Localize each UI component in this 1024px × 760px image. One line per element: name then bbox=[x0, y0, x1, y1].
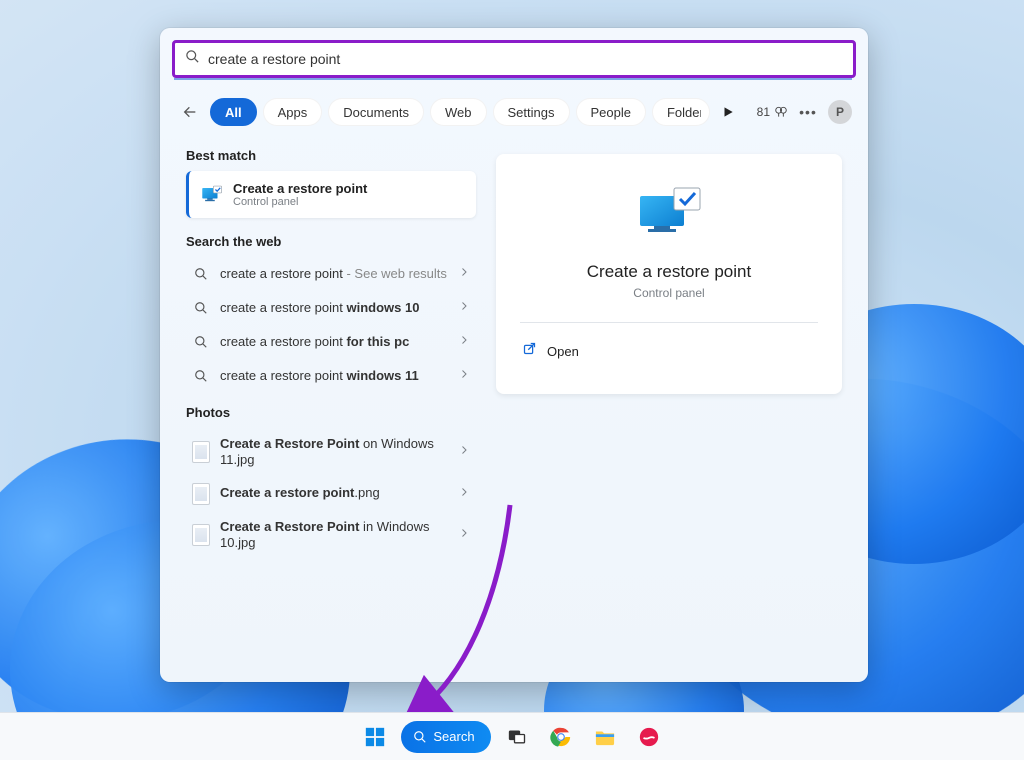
web-result-text: create a restore point windows 10 bbox=[220, 300, 448, 316]
chevron-right-icon bbox=[458, 299, 470, 317]
taskbar: Search bbox=[0, 712, 1024, 760]
web-result-text: create a restore point - See web results bbox=[220, 266, 448, 282]
photo-result[interactable]: Create a restore point.png bbox=[186, 477, 476, 511]
search-input-highlighted[interactable] bbox=[172, 40, 856, 78]
photo-result[interactable]: Create a Restore Point on Windows 11.jpg bbox=[186, 428, 476, 477]
detail-column: Create a restore point Control panel Ope… bbox=[490, 140, 868, 682]
more-options-button[interactable]: ••• bbox=[794, 98, 822, 126]
web-result[interactable]: create a restore point for this pc bbox=[186, 325, 476, 359]
filter-label: Documents bbox=[343, 105, 409, 120]
filter-people[interactable]: People bbox=[576, 98, 646, 126]
file-thumb-icon bbox=[192, 443, 210, 461]
search-icon bbox=[185, 49, 200, 69]
search-underline bbox=[174, 78, 852, 80]
filter-settings[interactable]: Settings bbox=[493, 98, 570, 126]
file-explorer-icon[interactable] bbox=[587, 719, 623, 755]
best-match-result[interactable]: Create a restore point Control panel bbox=[186, 171, 476, 218]
pinned-app-icon[interactable] bbox=[631, 719, 667, 755]
chevron-right-icon bbox=[458, 265, 470, 283]
filter-label: People bbox=[591, 105, 631, 120]
monitor-icon bbox=[201, 185, 223, 205]
divider bbox=[520, 322, 818, 323]
web-result[interactable]: create a restore point windows 11 bbox=[186, 359, 476, 393]
filter-label: Web bbox=[445, 105, 472, 120]
filter-label: Apps bbox=[278, 105, 308, 120]
chevron-right-icon bbox=[458, 443, 470, 461]
web-result-text: create a restore point for this pc bbox=[220, 334, 448, 350]
web-result[interactable]: create a restore point - See web results bbox=[186, 257, 476, 291]
chevron-right-icon bbox=[458, 526, 470, 544]
section-search-web: Search the web bbox=[186, 234, 476, 249]
detail-title: Create a restore point bbox=[587, 262, 751, 282]
filter-label: All bbox=[225, 105, 242, 120]
filter-folders[interactable]: Folders bbox=[652, 98, 710, 126]
photo-result-text: Create a Restore Point in Windows 10.jpg bbox=[220, 519, 448, 552]
chevron-right-icon bbox=[458, 485, 470, 503]
back-button[interactable] bbox=[176, 98, 204, 126]
rewards-indicator[interactable]: 81 bbox=[757, 105, 788, 119]
medal-icon bbox=[774, 105, 788, 119]
rewards-points: 81 bbox=[757, 105, 770, 119]
action-label: Open bbox=[547, 344, 579, 359]
filter-label: Folders bbox=[667, 105, 701, 120]
search-icon bbox=[192, 299, 210, 317]
photo-result-text: Create a restore point.png bbox=[220, 485, 448, 501]
open-external-icon bbox=[522, 341, 537, 361]
section-photos: Photos bbox=[186, 405, 476, 420]
avatar-initial: P bbox=[836, 105, 844, 119]
chevron-right-icon bbox=[458, 333, 470, 351]
detail-subtitle: Control panel bbox=[633, 286, 704, 300]
taskbar-search-button[interactable]: Search bbox=[401, 721, 490, 753]
section-best-match: Best match bbox=[186, 148, 476, 163]
task-view-button[interactable] bbox=[499, 719, 535, 755]
search-icon bbox=[192, 265, 210, 283]
chrome-app-icon[interactable] bbox=[543, 719, 579, 755]
monitor-check-icon bbox=[634, 186, 704, 246]
more-filters-button[interactable] bbox=[716, 100, 740, 124]
photo-result-text: Create a Restore Point on Windows 11.jpg bbox=[220, 436, 448, 469]
start-button[interactable] bbox=[357, 719, 393, 755]
filter-web[interactable]: Web bbox=[430, 98, 487, 126]
web-result-text: create a restore point windows 11 bbox=[220, 368, 448, 384]
filter-all[interactable]: All bbox=[210, 98, 257, 126]
web-result[interactable]: create a restore point windows 10 bbox=[186, 291, 476, 325]
file-thumb-icon bbox=[192, 526, 210, 544]
photo-result[interactable]: Create a Restore Point in Windows 10.jpg bbox=[186, 511, 476, 560]
search-icon bbox=[192, 367, 210, 385]
filter-bar: All Apps Documents Web Settings People F… bbox=[176, 92, 852, 132]
open-action[interactable]: Open bbox=[520, 335, 818, 367]
taskbar-search-label: Search bbox=[433, 729, 474, 744]
filter-apps[interactable]: Apps bbox=[263, 98, 323, 126]
chevron-right-icon bbox=[458, 367, 470, 385]
search-input[interactable] bbox=[208, 51, 843, 67]
filter-label: Settings bbox=[508, 105, 555, 120]
profile-avatar[interactable]: P bbox=[828, 100, 852, 124]
file-thumb-icon bbox=[192, 485, 210, 503]
best-match-subtitle: Control panel bbox=[233, 196, 367, 208]
search-panel: All Apps Documents Web Settings People F… bbox=[160, 28, 868, 682]
results-column: Best match Create a restore point Contro… bbox=[160, 140, 490, 682]
search-icon bbox=[413, 730, 427, 744]
search-icon bbox=[192, 333, 210, 351]
filter-documents[interactable]: Documents bbox=[328, 98, 424, 126]
detail-card: Create a restore point Control panel Ope… bbox=[496, 154, 842, 394]
best-match-title: Create a restore point bbox=[233, 181, 367, 196]
